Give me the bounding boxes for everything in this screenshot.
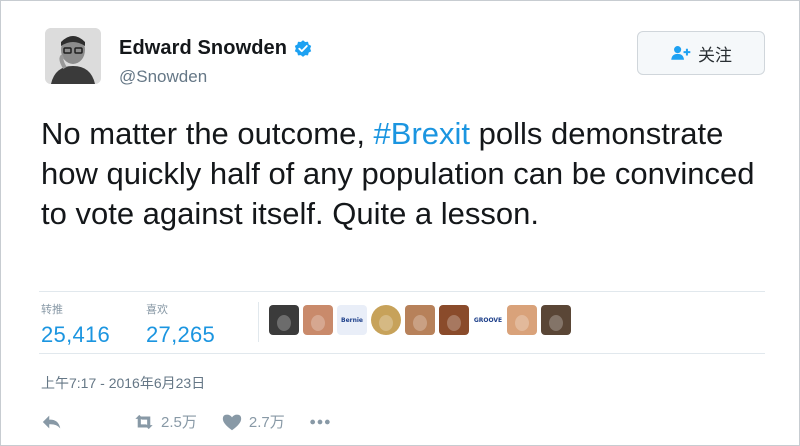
liker-avatar-9-face — [549, 315, 563, 331]
reply-icon — [42, 415, 61, 428]
retweet-stat-label: 转推 — [41, 304, 63, 316]
liker-avatar-1-face — [277, 315, 291, 331]
user-name[interactable]: Edward Snowden — [119, 37, 287, 60]
follow-button[interactable]: 关注 — [637, 31, 765, 75]
hashtag-link[interactable]: #Brexit — [374, 116, 470, 151]
liker-avatar-8-face — [515, 315, 529, 331]
like-stat-label: 喜欢 — [146, 304, 168, 316]
liker-avatar-4-face — [379, 315, 393, 331]
tweet-actions: 2.5万 2.7万 — [41, 411, 331, 432]
retweet-icon — [135, 414, 153, 429]
avatar[interactable] — [45, 28, 101, 84]
liker-avatar-6-face — [447, 315, 461, 331]
like-button[interactable]: 2.7万 — [221, 411, 285, 432]
heart-icon — [222, 414, 242, 430]
liker-avatar-8[interactable] — [507, 305, 537, 335]
tweet-timestamp[interactable]: 上午7:17 - 2016年6月23日 — [41, 373, 205, 393]
follow-person-icon — [671, 46, 691, 60]
follow-button-label: 关注 — [698, 45, 732, 65]
retweet-button[interactable]: 2.5万 — [133, 411, 197, 432]
liker-avatar-3-text: Bernie — [341, 316, 363, 324]
liker-avatar-2-face — [311, 315, 325, 331]
reply-button[interactable] — [41, 412, 63, 432]
liker-avatar-4[interactable] — [371, 305, 401, 335]
liker-avatar-5[interactable] — [405, 305, 435, 335]
retweet-stat-value[interactable]: 25,416 — [41, 322, 110, 348]
like-count: 2.7万 — [248, 414, 285, 431]
tweet-text-before: No matter the outcome, — [41, 116, 374, 151]
avatar-image — [45, 28, 101, 84]
liker-avatar-6[interactable] — [439, 305, 469, 335]
retweet-count: 2.5万 — [161, 414, 197, 431]
liker-avatar-9[interactable] — [541, 305, 571, 335]
liker-avatar-7[interactable]: GROOVE — [473, 305, 503, 335]
retweet-stat[interactable]: 转推 25,416 — [41, 301, 110, 348]
divider — [39, 353, 765, 354]
liker-avatar-1[interactable] — [269, 305, 299, 335]
liker-avatar-3[interactable]: Bernie — [337, 305, 367, 335]
liker-avatar-7-text: GROOVE — [473, 316, 503, 324]
liker-avatars: Bernie GROOVE — [269, 305, 571, 335]
tweet-text: No matter the outcome, #Brexit polls dem… — [41, 114, 771, 234]
liker-avatar-2[interactable] — [303, 305, 333, 335]
liker-avatar-5-face — [413, 315, 427, 331]
user-name-row[interactable]: Edward Snowden — [119, 37, 313, 60]
stats-divider — [258, 302, 259, 342]
more-dots-icon — [310, 419, 330, 424]
divider — [39, 291, 765, 292]
like-stat-value[interactable]: 27,265 — [146, 322, 215, 348]
user-handle[interactable]: @Snowden — [119, 67, 207, 87]
more-button[interactable] — [309, 412, 331, 432]
like-stat[interactable]: 喜欢 27,265 — [146, 301, 215, 348]
verified-badge-icon — [294, 39, 312, 57]
tweet-card: Edward Snowden @Snowden 关注 No matter the… — [0, 0, 800, 446]
